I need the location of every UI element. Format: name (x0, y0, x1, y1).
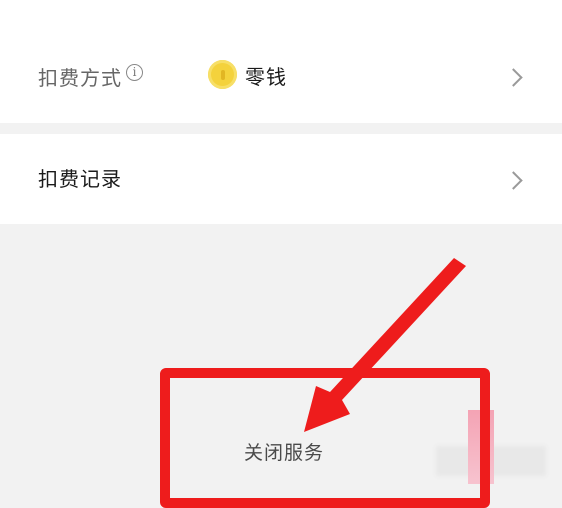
annotation-arrow (304, 258, 466, 432)
